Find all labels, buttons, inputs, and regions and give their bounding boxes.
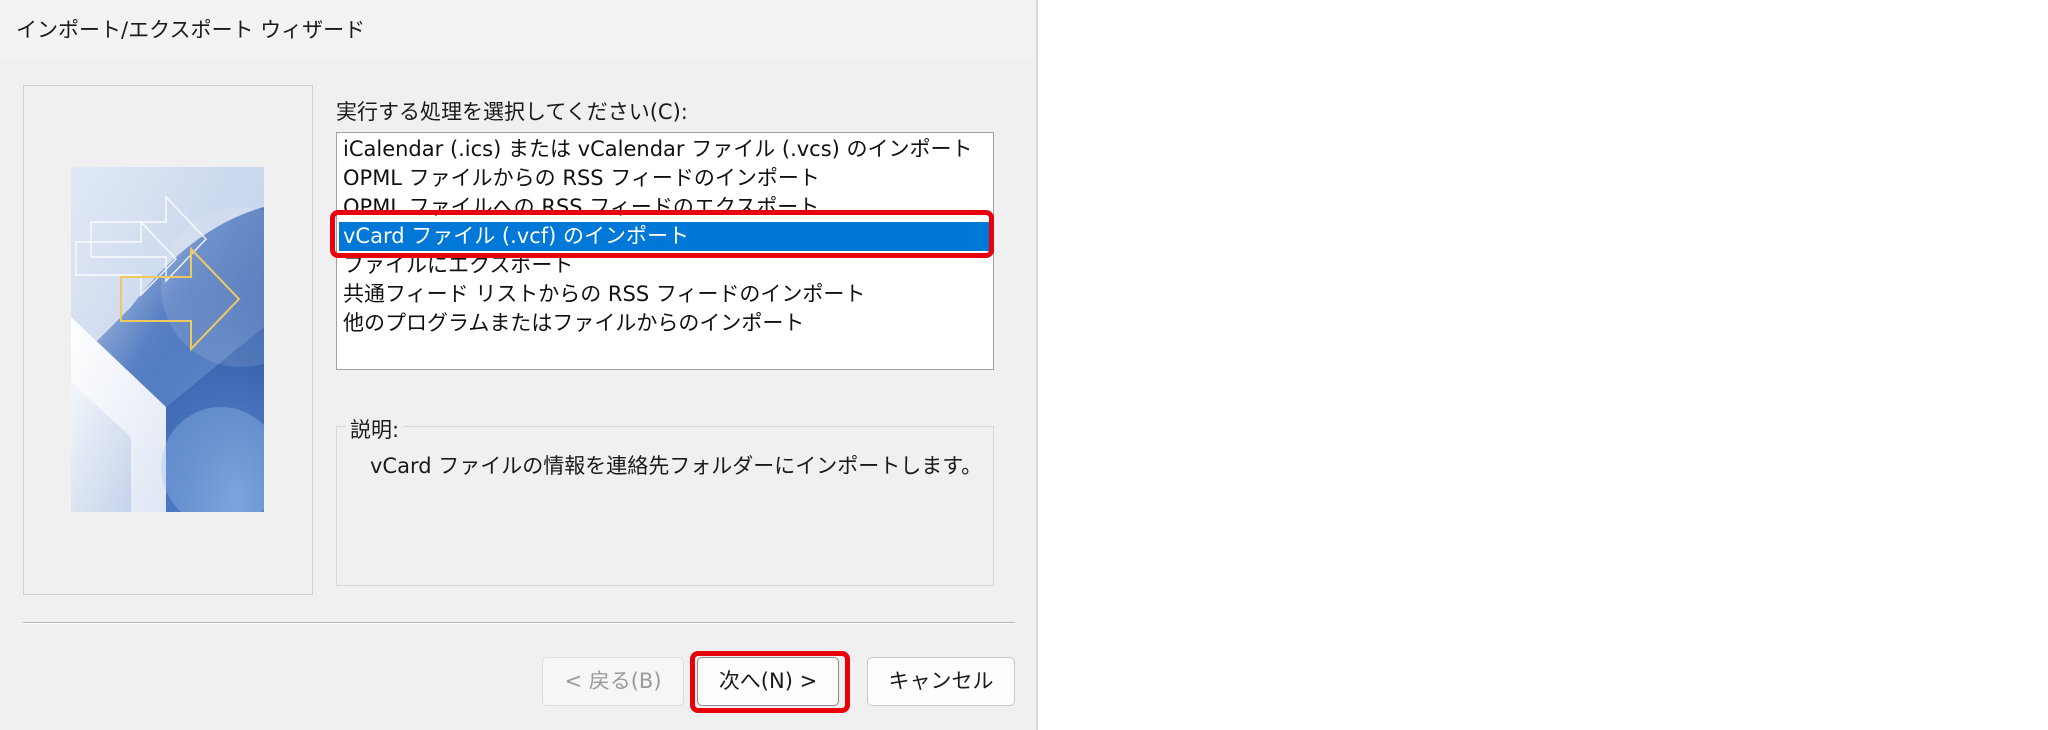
list-item-selected[interactable]: vCard ファイル (.vcf) のインポート — [339, 222, 989, 251]
wizard-illustration — [71, 167, 264, 512]
next-button[interactable]: 次へ(N) > — [697, 657, 839, 706]
description-label: 説明: — [346, 414, 404, 444]
back-button: < 戻る(B) — [542, 657, 684, 706]
list-item[interactable]: ファイルにエクスポート — [339, 251, 989, 280]
list-item[interactable]: iCalendar (.ics) または vCalendar ファイル (.vc… — [339, 135, 989, 164]
list-item[interactable]: OPML ファイルからの RSS フィードのインポート — [339, 164, 989, 193]
action-listbox[interactable]: iCalendar (.ics) または vCalendar ファイル (.vc… — [336, 132, 994, 370]
button-separator — [23, 622, 1015, 624]
list-item[interactable]: OPML ファイルへの RSS フィードのエクスポート — [339, 193, 989, 222]
window-title: インポート/エクスポート ウィザード — [16, 18, 366, 42]
wizard-image-panel — [23, 85, 313, 595]
list-item[interactable]: 他のプログラムまたはファイルからのインポート — [339, 309, 989, 338]
import-export-wizard-dialog: インポート/エクスポート ウィザード 実行する処理を選択してください(C): i… — [0, 0, 1038, 730]
cancel-button[interactable]: キャンセル — [867, 657, 1015, 706]
description-text: vCard ファイルの情報を連絡先フォルダーにインポートします。 — [370, 454, 983, 478]
list-item[interactable]: 共通フィード リストからの RSS フィードのインポート — [339, 280, 989, 309]
title-bar[interactable]: インポート/エクスポート ウィザード — [0, 0, 1036, 58]
action-prompt-label: 実行する処理を選択してください(C): — [336, 100, 688, 124]
